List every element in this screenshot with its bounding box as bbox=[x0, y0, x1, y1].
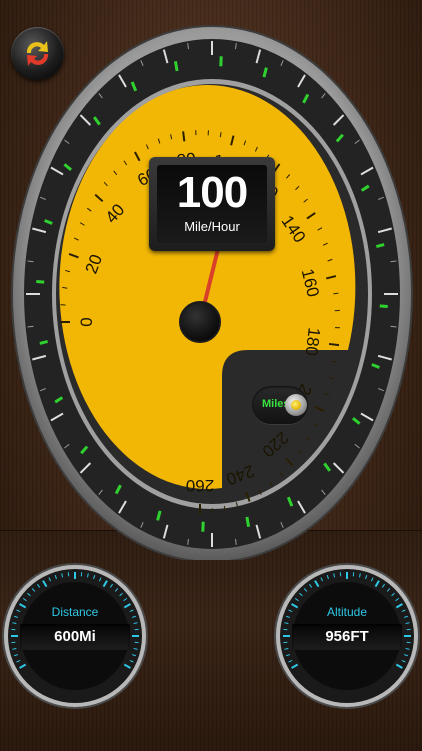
face-tick bbox=[183, 131, 184, 141]
units-toggle[interactable]: Miles bbox=[252, 386, 308, 424]
speedometer-dial: 020406080100120140160180200220240260 bbox=[0, 0, 422, 560]
speed-display-screen: 100 Mile/Hour bbox=[157, 165, 267, 243]
ring-green-tick bbox=[175, 61, 177, 71]
distance-value: 600Mi bbox=[20, 624, 130, 650]
distance-title: Distance bbox=[0, 605, 150, 619]
speed-display: 100 Mile/Hour bbox=[149, 157, 275, 251]
speed-tick-label: 260 bbox=[186, 476, 214, 495]
altitude-title: Altitude bbox=[272, 605, 422, 619]
current-speed: 100 bbox=[157, 171, 267, 215]
switch-mode-button[interactable] bbox=[11, 27, 64, 80]
needle-hub bbox=[180, 302, 220, 342]
ring-green-tick bbox=[36, 282, 44, 283]
ring-green-tick bbox=[247, 517, 249, 527]
altitude-gauge: Altitude 956FT bbox=[272, 561, 422, 711]
speed-tick-label: 0 bbox=[77, 317, 96, 326]
ring-green-tick bbox=[40, 341, 48, 343]
face-tick bbox=[329, 344, 339, 345]
ring-green-tick bbox=[376, 245, 384, 247]
swap-arrows-icon bbox=[11, 27, 64, 80]
altitude-value: 956FT bbox=[292, 624, 402, 650]
speed-unit-label: Mile/Hour bbox=[157, 219, 267, 234]
speed-tick-label: 180 bbox=[302, 326, 324, 356]
ring-green-tick bbox=[380, 306, 388, 307]
units-knob bbox=[285, 394, 307, 416]
distance-gauge: Distance 600Mi bbox=[0, 561, 150, 711]
